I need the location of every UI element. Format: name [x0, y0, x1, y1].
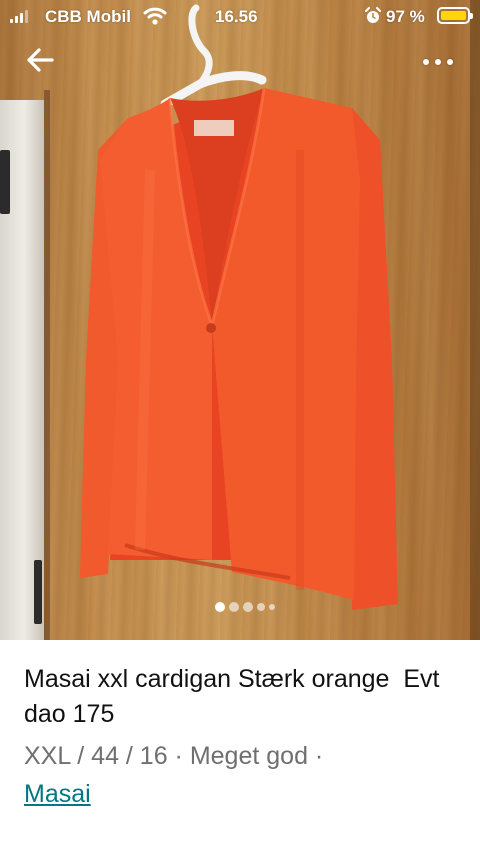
brand-link[interactable]: Masai — [24, 778, 91, 810]
back-button[interactable] — [22, 44, 58, 76]
clock-time: 16.56 — [215, 7, 258, 26]
wifi-icon — [143, 6, 167, 31]
more-options-button[interactable] — [418, 50, 458, 74]
listing-details: XXL / 44 / 16 · Meget god · — [24, 742, 324, 770]
page-dot — [269, 604, 275, 610]
carrier-name: CBB Mobil — [45, 7, 131, 26]
cardigan-image — [80, 4, 398, 610]
battery-percent: 97 % — [386, 7, 425, 26]
page-dot-active — [215, 602, 225, 612]
gallery-page-indicator — [215, 602, 275, 612]
arrow-left-icon — [27, 48, 54, 72]
listing-photo[interactable] — [0, 0, 480, 640]
page-dot — [257, 603, 265, 611]
page-dot — [229, 602, 239, 612]
more-horizontal-icon — [423, 59, 429, 65]
page-dot — [243, 602, 253, 612]
status-bar: CBB Mobil 16.56 97 % — [0, 0, 480, 34]
alarm-icon — [365, 7, 381, 30]
signal-icon — [10, 10, 28, 23]
listing-title: Masai xxl cardigan Stærk orange Evt dao … — [24, 665, 447, 728]
battery-icon — [437, 7, 473, 24]
listing-info: Masai xxl cardigan Stærk orange Evt dao … — [24, 662, 464, 810]
